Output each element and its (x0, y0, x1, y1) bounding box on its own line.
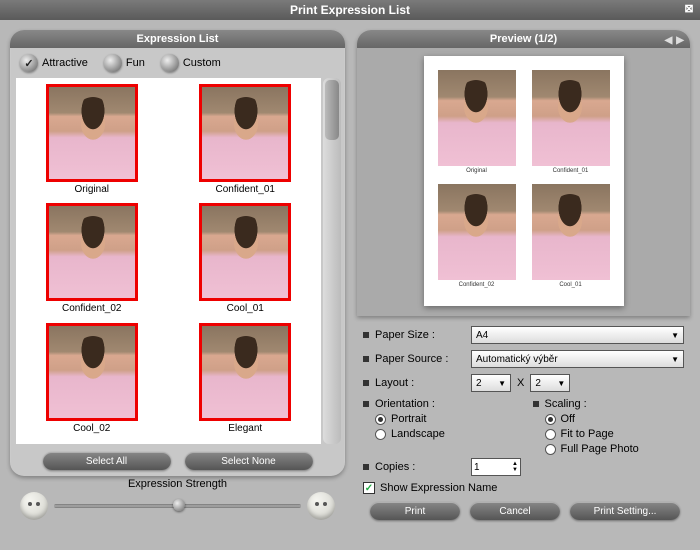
chevron-down-icon: ▼ (671, 355, 679, 364)
expression-thumb[interactable]: Cool_01 (172, 203, 320, 318)
orientation-landscape-radio[interactable]: Landscape (375, 428, 515, 440)
strength-slider[interactable] (54, 504, 301, 508)
preview-area: Original Confident_01 Confident_02 Cool_… (357, 48, 690, 316)
expression-thumb[interactable]: Cool_02 (18, 323, 166, 438)
thumbnail-image (46, 84, 138, 182)
scaling-label: Scaling : (545, 398, 641, 410)
tab-custom[interactable]: Custom (161, 54, 221, 72)
print-setting-button[interactable]: Print Setting... (570, 502, 680, 520)
expression-list-title: Expression List (10, 30, 345, 48)
thumbnail-image (46, 323, 138, 421)
check-icon (20, 54, 38, 72)
face-strong-icon (307, 492, 335, 520)
layout-cols-select[interactable]: 2▼ (471, 374, 511, 392)
preview-page: Original Confident_01 Confident_02 Cool_… (424, 56, 624, 306)
orientation-portrait-radio[interactable]: Portrait (375, 413, 515, 425)
thumbnail-image (199, 323, 291, 421)
scrollbar[interactable] (323, 78, 341, 444)
spin-down-icon[interactable]: ▼ (512, 467, 518, 473)
paper-size-label: Paper Size : (375, 329, 471, 341)
scaling-off-radio[interactable]: Off (545, 413, 685, 425)
face-neutral-icon (20, 492, 48, 520)
expression-thumb[interactable]: Elegant (172, 323, 320, 438)
window-title: Print Expression List (290, 3, 410, 17)
preview-image (532, 70, 610, 166)
orientation-label: Orientation : (375, 398, 471, 410)
paper-source-select[interactable]: Automatický výběr▼ (471, 350, 684, 368)
preview-image (532, 184, 610, 280)
title-bar: Print Expression List ⊠ (0, 0, 700, 20)
dot-icon (104, 54, 122, 72)
print-button[interactable]: Print (370, 502, 460, 520)
thumbnail-image (199, 84, 291, 182)
show-name-checkbox[interactable]: ✓Show Expression Name (363, 482, 684, 494)
expression-grid: Original Confident_01 Confident_02 Cool_… (16, 78, 321, 444)
layout-label: Layout : (375, 377, 471, 389)
dot-icon (161, 54, 179, 72)
scaling-fit-radio[interactable]: Fit to Page (545, 428, 685, 440)
scaling-full-radio[interactable]: Full Page Photo (545, 443, 685, 455)
prev-page-icon[interactable]: ◀ (665, 32, 673, 50)
expression-thumb[interactable]: Confident_01 (172, 84, 320, 199)
chevron-down-icon: ▼ (671, 331, 679, 340)
scroll-thumb[interactable] (325, 80, 339, 140)
copies-spinner[interactable]: 1▲▼ (471, 458, 521, 476)
paper-size-select[interactable]: A4▼ (471, 326, 684, 344)
strength-label: Expression Strength (20, 478, 335, 490)
paper-source-label: Paper Source : (375, 353, 471, 365)
close-icon[interactable]: ⊠ (682, 2, 696, 16)
cancel-button[interactable]: Cancel (470, 502, 560, 520)
layout-rows-select[interactable]: 2▼ (530, 374, 570, 392)
preview-title: Preview (1/2) ◀ ▶ (357, 30, 690, 48)
thumbnail-image (199, 203, 291, 301)
checkbox-icon: ✓ (363, 482, 375, 494)
select-none-button[interactable]: Select None (185, 452, 313, 470)
expression-thumb[interactable]: Confident_02 (18, 203, 166, 318)
expression-thumb[interactable]: Original (18, 84, 166, 199)
chevron-down-icon: ▼ (557, 379, 565, 388)
next-page-icon[interactable]: ▶ (676, 32, 684, 50)
chevron-down-icon: ▼ (498, 379, 506, 388)
select-all-button[interactable]: Select All (43, 452, 171, 470)
copies-label: Copies : (375, 461, 471, 473)
slider-knob[interactable] (173, 499, 185, 511)
thumbnail-image (46, 203, 138, 301)
preview-image (438, 70, 516, 166)
preview-image (438, 184, 516, 280)
tab-attractive[interactable]: Attractive (20, 54, 88, 72)
tab-fun[interactable]: Fun (104, 54, 145, 72)
